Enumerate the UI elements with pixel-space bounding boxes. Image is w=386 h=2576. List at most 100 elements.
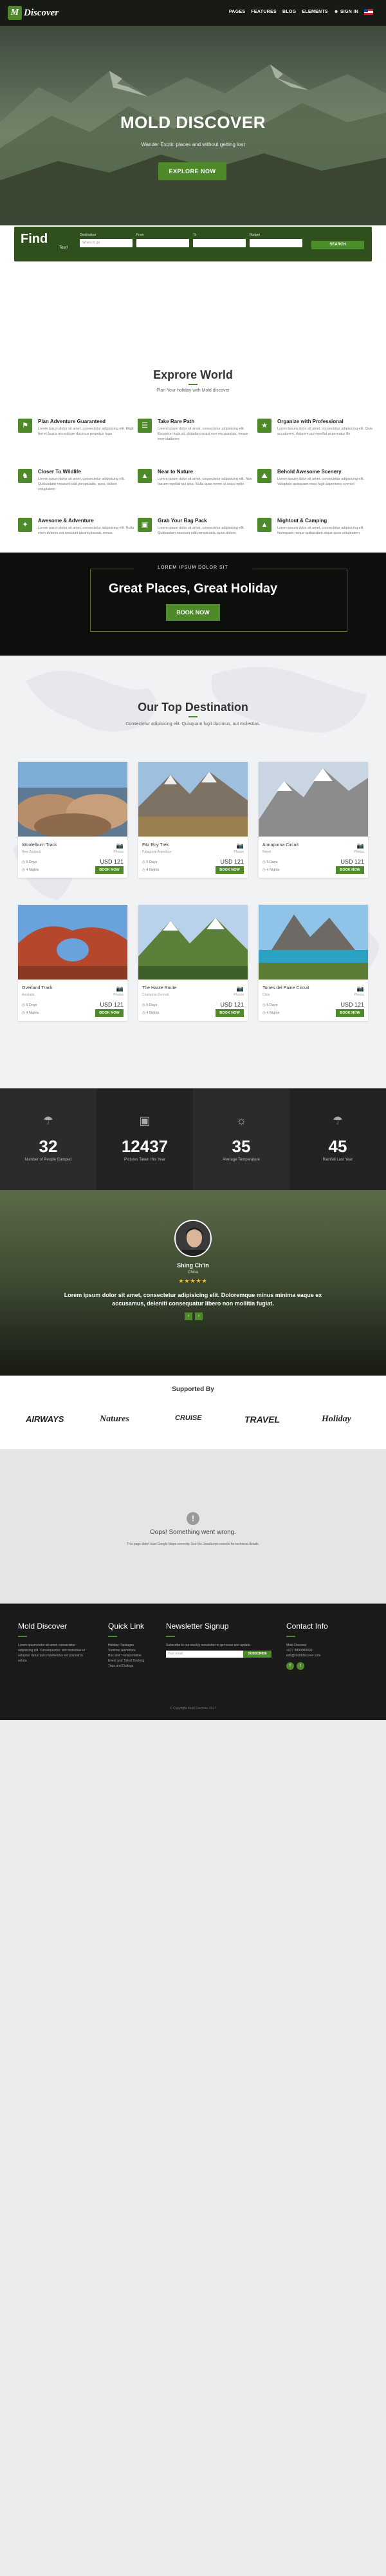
footer-quick-links: Quick Link Holiday Packages Summer Adven… [108,1622,166,1669]
menu-item-elements[interactable]: ELEMENTS [302,10,328,14]
camera-icon[interactable]: 📷 [357,842,364,849]
feature-text: Lorem ipsum dolor sit amet, consectetur … [38,427,134,436]
to-label: To [193,233,197,237]
destination-card[interactable]: Annapurna Circuit Nepal 📷 Photos ◷ 5 Day… [259,762,368,878]
destinations-section: Our Top Destination Consectetur adipisic… [0,656,386,1088]
camera-icon[interactable]: 📷 [116,985,124,992]
hero-subtitle: Wander Exotic places and without getting… [141,142,245,147]
destination-card[interactable]: Fitz Roy Trek Patagonia Argentina 📷 Phot… [138,762,248,878]
destination-input[interactable]: Where to go [80,239,133,247]
menu-item-pages[interactable]: PAGES [229,10,246,14]
language-flag-icon[interactable] [364,9,373,15]
camera-icon[interactable]: 📷 [116,842,124,849]
photos-label: Photos [354,993,364,997]
destination-card[interactable]: Torres del Paine Circuit Chile 📷 Photos … [259,905,368,1021]
camping-icon: ▲ [257,518,271,532]
subscribe-button[interactable]: SUBSCRIBE [243,1651,271,1658]
feature-text: Lorem ipsum dolor sit amet, consectetur … [158,427,248,441]
chevron-right-icon[interactable]: › [195,1312,203,1320]
nature-icon: ▲ [138,469,152,483]
banner-frame [90,569,347,632]
google-map-area[interactable]: ! Oops! Something went wrong. This page … [0,1449,386,1604]
footer-link[interactable]: Event and Ticket Booking [108,1658,166,1663]
footer-link[interactable]: Trips and Outings [108,1663,166,1669]
feature-text: Lorem ipsum dolor sit amet, consectetur … [277,526,365,535]
to-input[interactable] [193,239,246,247]
budget-input[interactable] [250,239,302,247]
book-now-button[interactable]: BOOK NOW [336,866,364,874]
nights-text: ◷ 4 Nights [22,868,39,872]
footer-link[interactable]: Summer Adventure [108,1648,166,1653]
footer-link[interactable]: Bus and Transportation [108,1653,166,1658]
umbrella-icon: ☂ [332,1114,344,1127]
destination-location: Chamonix-Zermatt [142,993,169,997]
camera-icon[interactable]: 📷 [237,842,244,849]
destination-image [259,905,368,980]
book-now-button[interactable]: BOOK NOW [95,866,124,874]
days-text: ◷ 5 Days [142,860,158,864]
explore-now-button[interactable]: EXPLORE NOW [158,162,226,180]
destination-card[interactable]: The Haute Route Chamonix-Zermatt 📷 Photo… [138,905,248,1021]
camera-icon[interactable]: 📷 [357,985,364,992]
path-icon: ☰ [138,419,152,433]
camera-icon: ▣ [139,1114,151,1127]
feature-text: Lorem ipsum dolor sit amet, consectetur … [158,526,245,535]
feature-item: ▣ Grab Your Bag Pack Lorem ipsum dolor s… [138,518,253,556]
newsletter-email-input[interactable]: Your email [166,1651,243,1658]
footer-about: Mold Discover Lorem ipsum dolor sit amet… [18,1622,89,1663]
destination-location: New Zealand [22,850,41,854]
scenery-icon: ⛰ [257,469,271,483]
newsletter-title: Newsletter Signup [166,1622,229,1631]
photos-label: Photos [113,850,124,854]
professional-icon: ★ [257,419,271,433]
nights-text: ◷ 4 Nights [22,1011,39,1015]
twitter-icon[interactable]: t [297,1662,304,1670]
supported-title: Supported By [172,1386,214,1393]
stat-item: ☂ 45 Rainfall Last Year [290,1088,386,1190]
banner-book-now-button[interactable]: BOOK NOW [166,604,220,621]
footer-link[interactable]: Holiday Packages [108,1643,166,1648]
book-now-button[interactable]: BOOK NOW [216,866,244,874]
days-value: 5 Days [26,860,37,864]
explore-title: Exprore World [153,368,233,381]
photos-label: Photos [354,850,364,854]
camera-icon[interactable]: 📷 [237,985,244,992]
book-now-button[interactable]: BOOK NOW [95,1009,124,1017]
contact-title: Contact Info [286,1622,328,1631]
feature-item: ▲ Near to Nature Lorem ipsum dolor sit a… [138,469,253,507]
destination-location: Australia [22,993,35,997]
menu-item-blog[interactable]: BLOG [282,10,296,14]
days-value: 5 Days [146,1003,158,1007]
newsletter-text: Subscribe to our weekly newsletter to ge… [166,1643,252,1647]
page: M Discover PAGES FEATURES BLOG ELEMENTS … [0,0,386,1720]
map-error-title: Oops! Something went wrong. [150,1529,236,1536]
explore-divider [188,384,198,385]
destination-price: USD 121 [340,1001,364,1008]
destination-name: Torres del Paine Circuit [262,986,309,990]
destinations-title: Our Top Destination [138,701,248,714]
hero-title: MOLD DISCOVER [120,113,266,132]
search-button[interactable]: SEARCH [311,241,364,249]
book-now-button[interactable]: BOOK NOW [216,1009,244,1017]
destination-card[interactable]: Overland Track Australia 📷 Photos ◷ 5 Da… [18,905,127,1021]
menu-item-sign-in[interactable]: ☻ SIGN IN [334,10,358,14]
chevron-left-icon[interactable]: ‹ [185,1312,192,1320]
feature-title: Organize with Professional [277,419,344,424]
destination-card[interactable]: Woolelburn Track New Zealand 📷 Photos ◷ … [18,762,127,878]
stat-item: ☼ 35 Average Temperature [193,1088,290,1190]
stat-number: 12437 [121,1137,169,1156]
from-input[interactable] [136,239,189,247]
contact-line[interactable]: info@molddiscover.com [286,1653,370,1658]
book-now-button[interactable]: BOOK NOW [336,1009,364,1017]
stat-number: 32 [39,1137,58,1156]
search-title: Find [21,232,48,246]
destination-price: USD 121 [100,858,124,865]
facebook-icon[interactable]: f [286,1662,294,1670]
feature-title: Near to Nature [158,469,194,475]
feature-title: Take Rare Path [158,419,195,424]
menu-item-features[interactable]: FEATURES [251,10,277,14]
destination-name: The Haute Route [142,986,177,990]
feature-item: ♞ Closer To Wildlife Lorem ipsum dolor s… [18,469,134,507]
supported-by-section: Supported By AIRWAYS Natures CRUISE TRAV… [0,1376,386,1449]
logo[interactable]: M Discover [8,5,59,21]
